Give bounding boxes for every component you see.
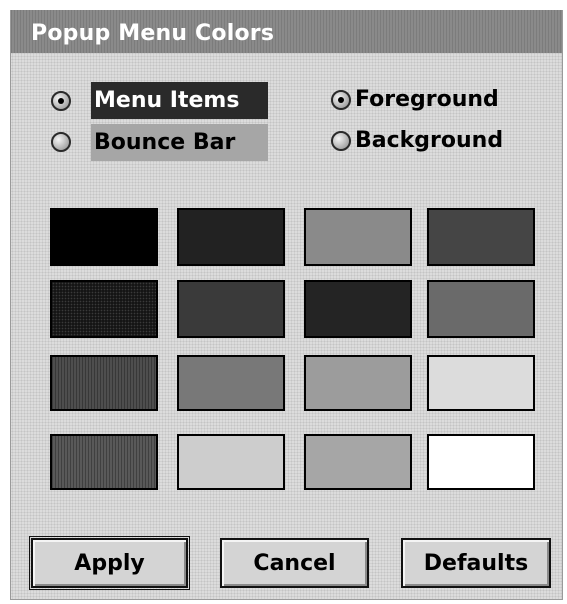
window-title: Popup Menu Colors xyxy=(31,21,275,46)
color-swatch[interactable] xyxy=(427,434,535,490)
popup-menu-colors-dialog: Popup Menu Colors Menu Items Bounce Bar … xyxy=(10,10,563,600)
radio-button[interactable] xyxy=(331,131,351,151)
background-label[interactable]: Background xyxy=(355,125,503,157)
color-swatch[interactable] xyxy=(427,208,535,266)
color-swatch[interactable] xyxy=(427,280,535,338)
color-swatch[interactable] xyxy=(50,208,158,266)
color-swatch[interactable] xyxy=(177,208,285,266)
color-swatch[interactable] xyxy=(304,434,412,490)
color-swatch[interactable] xyxy=(177,280,285,338)
foreground-label[interactable]: Foreground xyxy=(355,84,499,116)
radio-button-checked[interactable] xyxy=(331,90,351,110)
color-swatch[interactable] xyxy=(304,280,412,338)
color-swatch[interactable] xyxy=(50,434,158,490)
radio-button[interactable] xyxy=(51,132,71,152)
color-swatch[interactable] xyxy=(304,208,412,266)
radio-background[interactable]: Background xyxy=(331,125,503,157)
radio-bounce-bar[interactable] xyxy=(51,126,71,158)
title-bar[interactable]: Popup Menu Colors xyxy=(11,10,562,53)
color-swatch[interactable] xyxy=(177,355,285,411)
color-swatch[interactable] xyxy=(50,355,158,411)
color-swatch[interactable] xyxy=(427,355,535,411)
color-swatch[interactable] xyxy=(177,434,285,490)
color-swatch[interactable] xyxy=(50,280,158,338)
radio-foreground[interactable]: Foreground xyxy=(331,84,499,116)
defaults-button[interactable]: Defaults xyxy=(401,538,551,588)
apply-button[interactable]: Apply xyxy=(29,536,190,590)
radio-menu-items[interactable] xyxy=(51,85,71,117)
cancel-button[interactable]: Cancel xyxy=(220,538,369,588)
color-swatch[interactable] xyxy=(304,355,412,411)
radio-button-checked[interactable] xyxy=(51,91,71,111)
menu-items-label[interactable]: Menu Items xyxy=(91,82,268,119)
bounce-bar-label[interactable]: Bounce Bar xyxy=(91,124,268,161)
